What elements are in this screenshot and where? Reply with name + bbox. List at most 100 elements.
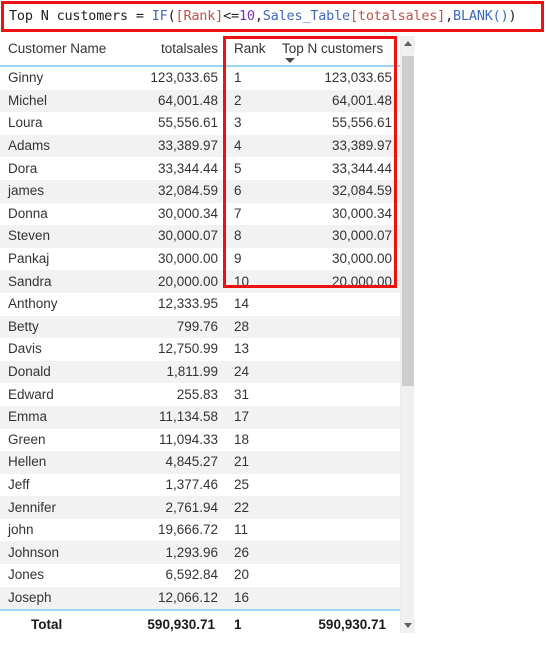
cell-rank: 21 [226, 451, 274, 474]
cell-totalsales: 12,333.95 [125, 292, 226, 316]
customers-table: Customer Name totalsales Rank Top N cust… [0, 36, 400, 637]
table-row[interactable]: Michel 64,001.48 2 64,001.48 [0, 89, 400, 113]
cell-rank: 5 [226, 157, 274, 180]
table-row[interactable]: Emma 11,134.58 17 [0, 405, 400, 429]
cell-totalsales: 799.76 [125, 315, 226, 339]
cell-totalsales: 55,556.61 [125, 112, 226, 135]
cell-rank: 28 [226, 315, 274, 339]
table-row[interactable]: Sandra 20,000.00 10 20,000.00 [0, 270, 400, 293]
formula-red-highlight-box: Top N customers = IF([Rank]<=10,Sales_Ta… [1, 1, 544, 32]
cell-top-n-customers: 30,000.34 [274, 202, 400, 226]
cell-top-n-customers: 33,344.44 [274, 157, 400, 180]
column-header-top-n-label: Top N customers [282, 41, 384, 56]
table-row[interactable]: Steven 30,000.07 8 30,000.07 [0, 225, 400, 248]
table-row[interactable]: Ginny 123,033.65 1 123,033.65 [0, 66, 400, 90]
formula-comma-1: , [254, 7, 263, 24]
cell-customer-name: james [0, 179, 125, 203]
scroll-down-button[interactable] [401, 618, 415, 633]
cell-customer-name: Hellen [0, 451, 125, 474]
table-row[interactable]: Adams 33,389.97 4 33,389.97 [0, 134, 400, 158]
cell-rank: 20 [226, 564, 274, 587]
table-row[interactable]: Hellen 4,845.27 21 [0, 451, 400, 474]
cell-totalsales: 30,000.00 [125, 247, 226, 271]
table-row[interactable]: Green 11,094.33 18 [0, 428, 400, 452]
cell-customer-name: Sandra [0, 270, 125, 293]
table-row[interactable]: Betty 799.76 28 [0, 315, 400, 339]
scroll-up-button[interactable] [401, 36, 415, 51]
table-header-row: Customer Name totalsales Rank Top N cust… [0, 36, 400, 67]
dax-formula-bar[interactable]: Top N customers = IF([Rank]<=10,Sales_Ta… [0, 0, 546, 34]
cell-top-n-customers: 123,033.65 [274, 66, 400, 90]
cell-customer-name: Loura [0, 112, 125, 135]
cell-customer-name: Jones [0, 564, 125, 587]
formula-input[interactable]: Top N customers = IF([Rank]<=10,Sales_Ta… [4, 4, 541, 29]
cell-totalsales: 4,845.27 [125, 451, 226, 474]
cell-customer-name: Donald [0, 360, 125, 384]
table-row[interactable]: Jeff 1,377.46 25 [0, 473, 400, 497]
cell-rank: 18 [226, 428, 274, 452]
total-rank: 1 [226, 609, 274, 637]
table-visual: Customer Name totalsales Rank Top N cust… [0, 36, 546, 650]
cell-totalsales: 1,293.96 [125, 541, 226, 565]
column-header-totalsales[interactable]: totalsales [125, 36, 226, 67]
cell-customer-name: Anthony [0, 292, 125, 316]
cell-rank: 31 [226, 383, 274, 406]
cell-rank: 6 [226, 179, 274, 203]
table-row[interactable]: Donna 30,000.34 7 30,000.34 [0, 202, 400, 226]
table-row[interactable]: Dora 33,344.44 5 33,344.44 [0, 157, 400, 180]
cell-rank: 24 [226, 360, 274, 384]
cell-totalsales: 11,134.58 [125, 405, 226, 429]
cell-totalsales: 33,389.97 [125, 134, 226, 158]
table-row[interactable]: Pankaj 30,000.00 9 30,000.00 [0, 247, 400, 271]
table-row[interactable]: james 32,084.59 6 32,084.59 [0, 179, 400, 203]
scrollbar-thumb[interactable] [402, 56, 414, 386]
cell-customer-name: john [0, 518, 125, 542]
cell-top-n-customers [274, 292, 400, 316]
cell-totalsales: 33,344.44 [125, 157, 226, 180]
formula-open-paren: ( [167, 7, 176, 24]
table-row[interactable]: Loura 55,556.61 3 55,556.61 [0, 112, 400, 135]
formula-blank-function: BLANK() [453, 7, 509, 24]
cell-rank: 8 [226, 225, 274, 248]
column-header-top-n-customers[interactable]: Top N customers [274, 36, 400, 67]
cell-top-n-customers: 55,556.61 [274, 112, 400, 135]
cell-rank: 1 [226, 66, 274, 90]
cell-customer-name: Joseph [0, 586, 125, 611]
cell-top-n-customers [274, 451, 400, 474]
sort-descending-caret-icon[interactable] [285, 58, 295, 63]
cell-totalsales: 12,750.99 [125, 338, 226, 361]
table-row[interactable]: Johnson 1,293.96 26 [0, 541, 400, 565]
column-header-customer-name[interactable]: Customer Name [0, 36, 125, 67]
table-row[interactable]: Joseph 12,066.12 16 [0, 586, 400, 611]
cell-top-n-customers [274, 315, 400, 339]
table-row[interactable]: Davis 12,750.99 13 [0, 338, 400, 361]
cell-top-n-customers: 30,000.00 [274, 247, 400, 271]
cell-top-n-customers [274, 338, 400, 361]
cell-top-n-customers [274, 405, 400, 429]
cell-top-n-customers [274, 360, 400, 384]
table-row[interactable]: Donald 1,811.99 24 [0, 360, 400, 384]
table-row[interactable]: Jennifer 2,761.94 22 [0, 496, 400, 519]
cell-totalsales: 6,592.84 [125, 564, 226, 587]
cell-rank: 17 [226, 405, 274, 429]
table-row[interactable]: Anthony 12,333.95 14 [0, 292, 400, 316]
formula-text: Top N customers = IF([Rank]<=10,Sales_Ta… [4, 7, 517, 24]
formula-operator: <= [223, 7, 239, 24]
cell-rank: 22 [226, 496, 274, 519]
formula-close-paren: ) [508, 7, 517, 24]
cell-totalsales: 123,033.65 [125, 66, 226, 90]
cell-rank: 4 [226, 134, 274, 158]
cell-top-n-customers [274, 428, 400, 452]
table-row[interactable]: john 19,666.72 11 [0, 518, 400, 542]
formula-threshold: 10 [238, 7, 255, 24]
column-header-rank[interactable]: Rank [226, 36, 274, 67]
cell-top-n-customers: 32,084.59 [274, 179, 400, 203]
cell-totalsales: 255.83 [125, 383, 226, 406]
cell-totalsales: 11,094.33 [125, 428, 226, 452]
formula-table-ref: Sales_Table [262, 7, 350, 24]
table-row[interactable]: Jones 6,592.84 20 [0, 564, 400, 587]
chevron-down-icon [404, 623, 412, 628]
chevron-up-icon [404, 41, 412, 46]
table-vertical-scrollbar[interactable] [400, 36, 415, 633]
table-row[interactable]: Edward 255.83 31 [0, 383, 400, 406]
